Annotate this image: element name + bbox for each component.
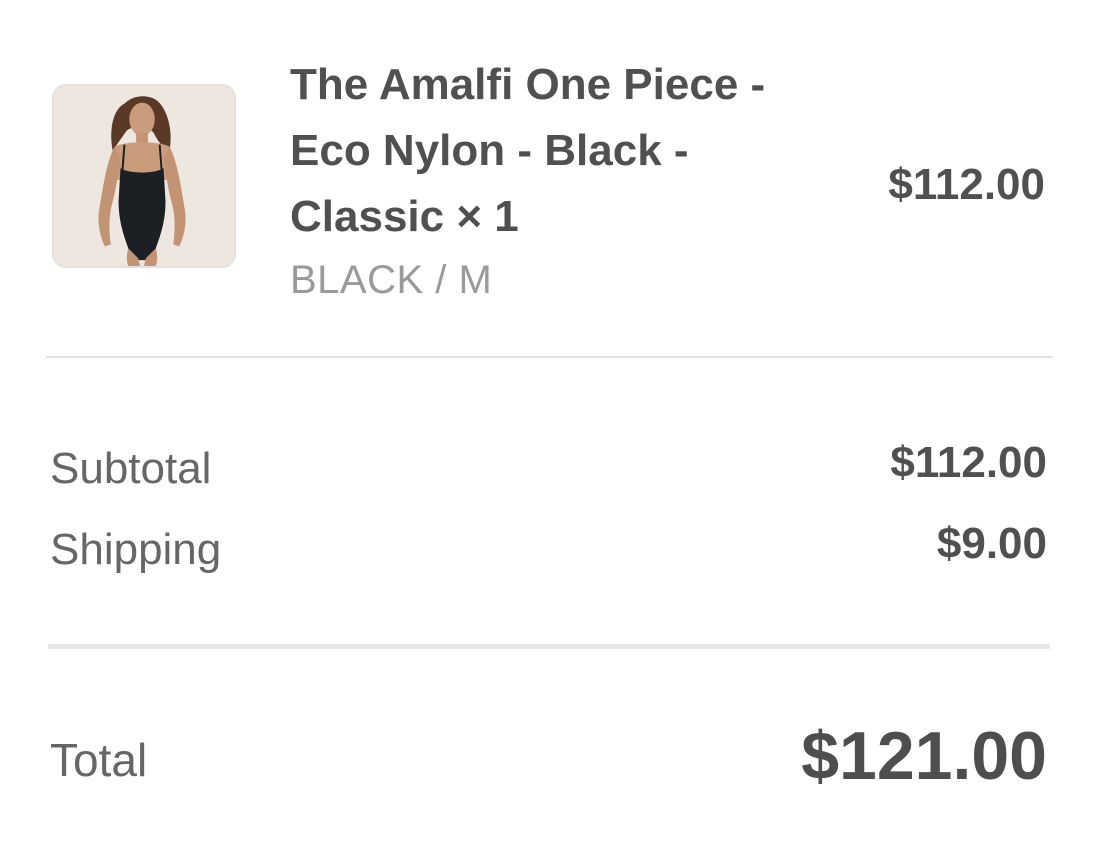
product-thumbnail[interactable] <box>52 84 236 268</box>
total-label: Total <box>50 734 148 786</box>
line-item-price: $112.00 <box>888 160 1045 209</box>
cart-line-item: The Amalfi One Piece - Eco Nylon - Black… <box>0 0 1109 358</box>
shipping-label: Shipping <box>50 525 222 574</box>
shipping-value: $9.00 <box>936 519 1047 568</box>
divider <box>46 356 1053 358</box>
product-title[interactable]: The Amalfi One Piece - Eco Nylon - Black… <box>290 52 810 250</box>
total-value: $121.00 <box>801 718 1047 794</box>
subtotal-value: $112.00 <box>890 438 1047 487</box>
product-variant: BLACK / M <box>290 258 493 302</box>
swimsuit-product-image <box>54 86 234 266</box>
subtotal-label: Subtotal <box>50 444 212 493</box>
divider <box>48 644 1050 649</box>
